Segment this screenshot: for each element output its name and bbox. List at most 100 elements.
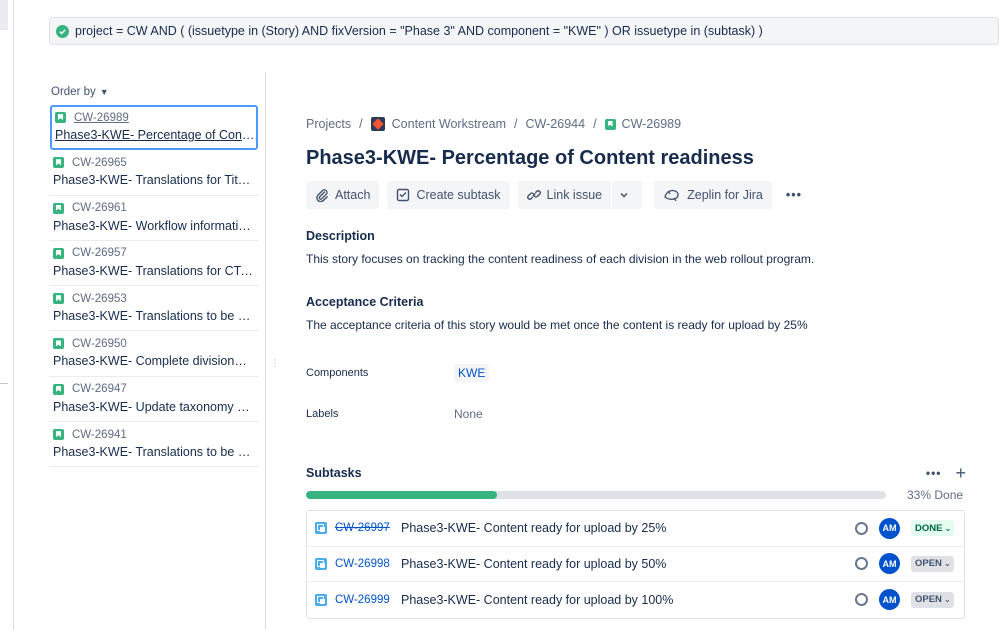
link-issue-dropdown-button[interactable] (611, 181, 643, 209)
subtask-icon (315, 557, 327, 570)
panel-splitter[interactable] (265, 72, 266, 630)
subtask-key[interactable]: CW-26999 (335, 594, 401, 606)
jql-query-bar[interactable]: project = CW AND ( (issuetype in (Story)… (49, 17, 999, 45)
create-subtask-label: Create subtask (416, 188, 501, 202)
breadcrumb-projects[interactable]: Projects (306, 117, 351, 131)
acceptance-criteria-label: Acceptance Criteria (306, 295, 424, 309)
subtask-row[interactable]: CW-26998 Phase3-KWE- Content ready for u… (307, 547, 964, 582)
progress-fill (306, 491, 498, 499)
issue-title[interactable]: Phase3-KWE- Percentage of Content readin… (55, 128, 255, 142)
status-badge[interactable]: OPEN ⌄ (911, 555, 954, 572)
progress-label: 33% Done (907, 488, 964, 502)
list-item[interactable]: CW-26950 Phase3-KWE- Complete divisional… (49, 331, 259, 377)
list-item[interactable]: CW-26953 Phase3-KWE- Translations to be … (49, 286, 259, 332)
list-item[interactable]: CW-26941 Phase3-KWE- Translations to be … (49, 422, 259, 468)
list-item[interactable]: CW-26961 Phase3-KWE- Workflow informatio… (49, 196, 259, 241)
acceptance-criteria-text[interactable]: The acceptance criteria of this story wo… (306, 318, 966, 332)
issue-title: Phase3-KWE- Translations to be provided (53, 445, 253, 460)
story-icon (53, 202, 64, 214)
chevron-down-icon: ▼ (99, 87, 109, 97)
status-badge[interactable]: DONE ⌄ (911, 520, 955, 537)
subtask-summary[interactable]: Phase3-KWE- Content ready for upload by … (401, 521, 841, 535)
link-issue-label: Link issue (546, 188, 603, 202)
issue-key: CW-26965 (72, 156, 127, 169)
chevron-down-icon: ⌄ (943, 559, 951, 569)
subtask-icon (397, 188, 410, 202)
paperclip-icon (316, 189, 328, 202)
attach-label: Attach (335, 188, 371, 202)
subtask-summary[interactable]: Phase3-KWE- Content ready for upload by … (401, 557, 841, 571)
check-circle-icon (56, 24, 69, 38)
story-icon (53, 429, 64, 441)
zeplin-button[interactable]: Zeplin for Jira (654, 181, 772, 209)
status-label: DONE (915, 522, 943, 534)
create-subtask-button[interactable]: Create subtask (387, 181, 510, 209)
avatar[interactable]: AM (879, 517, 900, 539)
left-gutter (0, 0, 14, 630)
issue-key[interactable]: CW-26989 (74, 112, 129, 124)
zeplin-icon (664, 189, 679, 202)
gutter-tab[interactable] (0, 0, 8, 30)
issue-title-heading[interactable]: Phase3-KWE- Percentage of Content readin… (306, 147, 966, 173)
issue-title: Phase3-KWE- Update taxonomy for content (53, 399, 253, 414)
status-label: OPEN (915, 558, 942, 570)
labels-field: Labels None (306, 404, 966, 424)
breadcrumb-separator: / (593, 117, 597, 131)
subtasks-more-icon[interactable]: ••• (926, 466, 942, 480)
component-tag[interactable]: KWE (454, 364, 490, 382)
breadcrumb-project[interactable]: Content Workstream (392, 117, 506, 131)
attach-button[interactable]: Attach (306, 181, 380, 209)
drag-handle-icon[interactable]: ⋮ (270, 359, 280, 376)
labels-label: Labels (306, 408, 339, 420)
subtasks-header: Subtasks ••• + (306, 464, 966, 482)
gutter-mark (0, 383, 8, 384)
more-actions-button[interactable]: ••• (780, 181, 808, 209)
description-text[interactable]: This story focuses on tracking the conte… (306, 252, 966, 266)
subtask-key[interactable]: CW-26997 (335, 522, 401, 534)
zeplin-label: Zeplin for Jira (687, 188, 763, 202)
story-icon (53, 247, 64, 259)
link-issue-button[interactable]: Link issue (517, 181, 612, 209)
issue-key: CW-26941 (72, 428, 127, 441)
avatar[interactable]: AM (879, 589, 900, 611)
subtask-summary[interactable]: Phase3-KWE- Content ready for upload by … (401, 593, 841, 607)
subtask-icon (315, 522, 327, 535)
chevron-down-icon (620, 192, 628, 198)
story-icon (53, 293, 64, 305)
description-label: Description (306, 229, 375, 243)
subtask-key[interactable]: CW-26998 (335, 558, 401, 570)
breadcrumb-parent-issue[interactable]: CW-26944 (526, 117, 586, 131)
more-icon: ••• (785, 188, 802, 202)
add-subtask-icon[interactable]: + (955, 464, 966, 482)
story-icon (55, 112, 66, 123)
issue-title: Phase3-KWE- Translations to be provided (53, 309, 253, 324)
subtask-row[interactable]: CW-26999 Phase3-KWE- Content ready for u… (307, 582, 964, 618)
components-field: Components KWE (306, 362, 966, 384)
breadcrumb-issue-key[interactable]: CW-26989 (622, 117, 682, 131)
status-label: OPEN (915, 594, 942, 606)
components-label: Components (306, 367, 369, 379)
status-badge[interactable]: OPEN ⌄ (911, 591, 954, 608)
labels-value[interactable]: None (454, 407, 483, 421)
order-by-label: Order by (51, 86, 96, 98)
subtask-row[interactable]: CW-26997 Phase3-KWE- Content ready for u… (307, 511, 964, 547)
priority-circle-icon (855, 521, 868, 535)
priority-circle-icon (855, 557, 868, 571)
issue-key: CW-26947 (72, 383, 127, 396)
list-item[interactable]: CW-26947 Phase3-KWE- Update taxonomy for… (49, 377, 259, 423)
issue-title: Phase3-KWE- Translations for Titles and … (53, 173, 253, 188)
avatar[interactable]: AM (879, 553, 900, 575)
issue-key: CW-26953 (72, 292, 127, 305)
order-by-button[interactable]: Order by ▼ (49, 80, 259, 104)
subtask-icon (315, 593, 327, 606)
list-item-selected[interactable]: CW-26989 Phase3-KWE- Percentage of Conte… (50, 105, 258, 151)
link-icon (526, 190, 541, 200)
priority-circle-icon (855, 593, 868, 607)
issue-list-panel: Order by ▼ CW-26989 Phase3-KWE- Percenta… (49, 80, 259, 468)
issue-list: CW-26989 Phase3-KWE- Percentage of Conte… (49, 105, 259, 468)
progress-track (306, 491, 886, 499)
list-item[interactable]: CW-26957 Phase3-KWE- Translations for CT… (49, 241, 259, 287)
list-item[interactable]: CW-26965 Phase3-KWE- Translations for Ti… (49, 150, 259, 196)
issue-key: CW-26961 (72, 202, 127, 215)
issue-title: Phase3-KWE- Translations for CTA labels (53, 263, 253, 278)
